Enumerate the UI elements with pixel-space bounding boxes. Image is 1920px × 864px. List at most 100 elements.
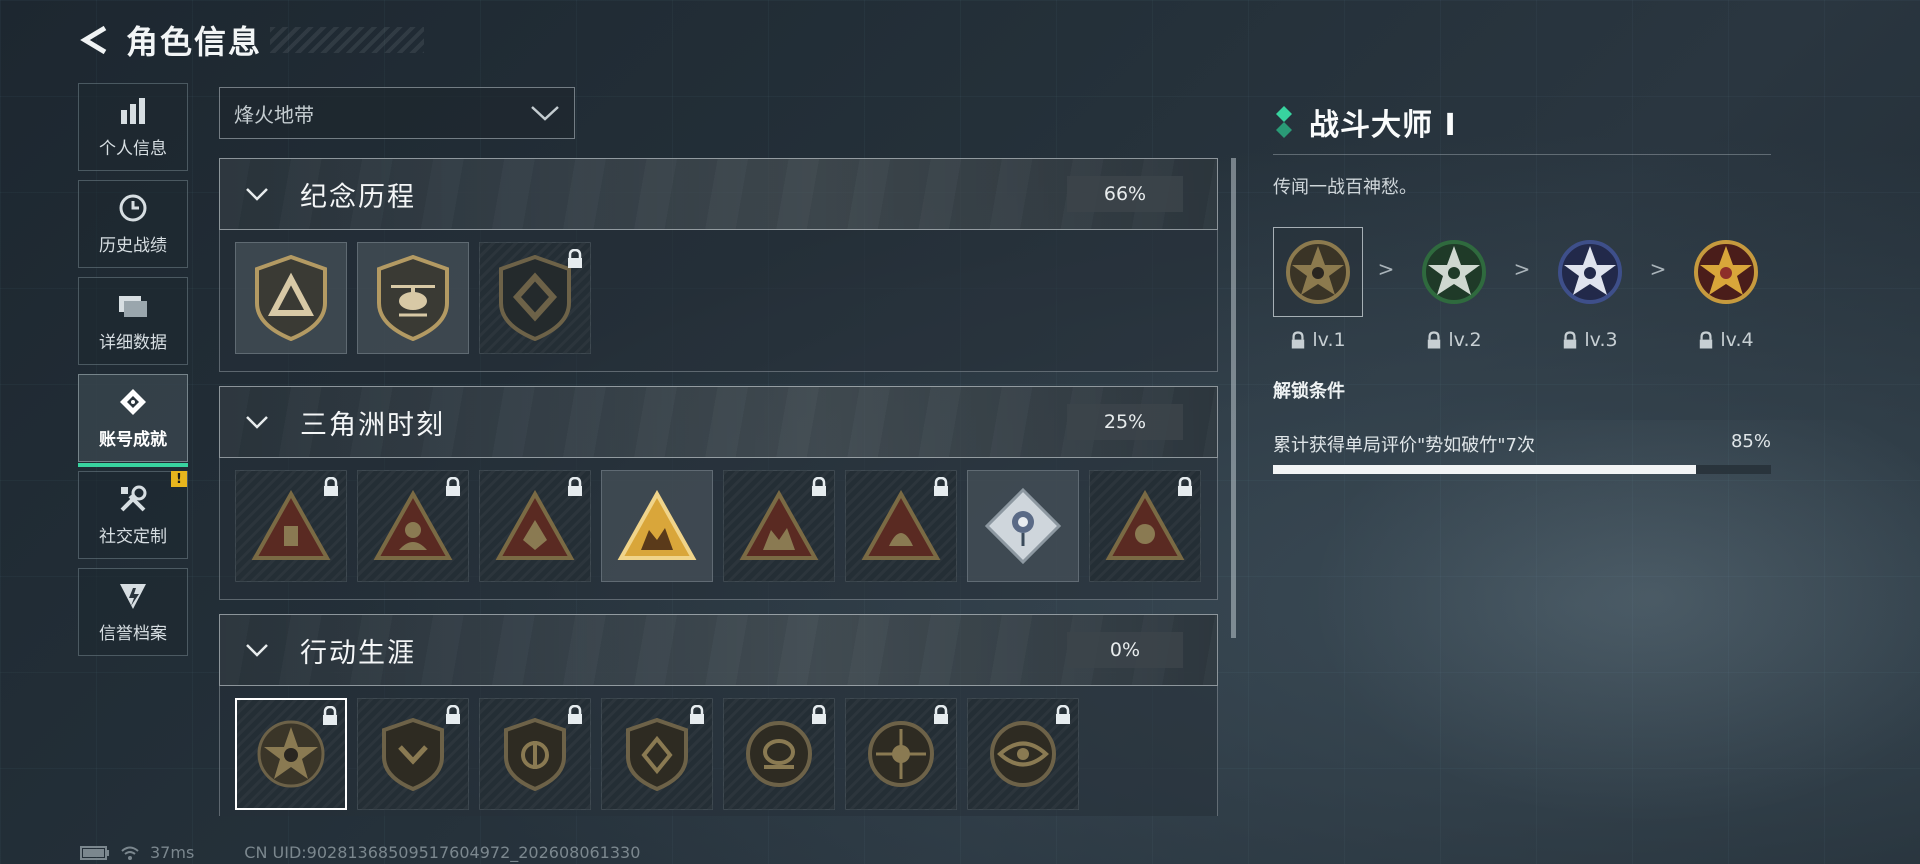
shield-badge-icon xyxy=(504,717,566,791)
level-text: lv.3 xyxy=(1584,329,1618,351)
level-badge[interactable] xyxy=(1409,227,1499,317)
sidebar-item-social-custom[interactable]: ! 社交定制 xyxy=(78,471,188,559)
lock-icon xyxy=(568,249,582,268)
title-decoration xyxy=(270,27,424,53)
lock-icon xyxy=(1700,330,1713,348)
level-label: lv.3 xyxy=(1562,329,1618,351)
category-list-scrollbar[interactable] xyxy=(1231,158,1236,638)
bar-chart-icon xyxy=(118,96,148,126)
achievement-badge[interactable] xyxy=(479,470,591,582)
reputation-icon xyxy=(118,581,148,611)
category-header[interactable]: 三角洲时刻 25% xyxy=(219,386,1218,458)
star-skull-level-1-icon xyxy=(1286,240,1350,304)
rose-diamond-badge-icon xyxy=(984,487,1062,565)
achievement-badge[interactable] xyxy=(479,242,591,354)
achievement-badge[interactable] xyxy=(601,470,713,582)
sidebar-item-detailed-data[interactable]: 详细数据 xyxy=(78,277,188,365)
triangle-badge-icon xyxy=(373,490,453,560)
sidebar: 个人信息 历史战绩 详细数据 账号成就 ! 社交定制 信誉档案 xyxy=(78,83,188,665)
level-separator: > xyxy=(1377,257,1395,281)
achievement-badge[interactable] xyxy=(1089,470,1201,582)
achievement-badge[interactable] xyxy=(845,698,957,810)
sidebar-item-personal-info[interactable]: 个人信息 xyxy=(78,83,188,171)
unlock-progress-bar xyxy=(1273,465,1771,474)
clock-icon xyxy=(118,193,148,223)
detail-header: 战斗大师 Ⅰ xyxy=(1273,100,1771,144)
helicopter-shield-badge-icon xyxy=(377,255,449,341)
unlock-condition-title: 解锁条件 xyxy=(1273,381,1345,402)
sidebar-item-achievements[interactable]: 账号成就 xyxy=(78,374,188,467)
achievement-badge[interactable] xyxy=(235,242,347,354)
achievement-levels: lv.1 > lv.2 > lv.3 > lv.4 xyxy=(1273,227,1771,353)
chevron-down-icon xyxy=(244,409,270,435)
page-title: 角色信息 xyxy=(126,23,263,61)
achievement-description: 传闻一战百神愁。 xyxy=(1273,177,1417,198)
category-badges xyxy=(219,458,1218,600)
category-title: 三角洲时刻 xyxy=(300,409,445,441)
category-delta-moments: 三角洲时刻 25% xyxy=(219,386,1218,600)
level-item[interactable]: lv.3 xyxy=(1545,227,1635,351)
level-badge-current[interactable] xyxy=(1273,227,1363,317)
achievement-title: 战斗大师 Ⅰ xyxy=(1309,108,1457,143)
achievement-badge[interactable] xyxy=(723,698,835,810)
category-memorial: 纪念历程 66% xyxy=(219,158,1218,372)
sidebar-item-label: 历史战绩 xyxy=(99,235,167,256)
sidebar-item-reputation[interactable]: 信誉档案 xyxy=(78,568,188,656)
sidebar-item-history[interactable]: 历史战绩 xyxy=(78,180,188,268)
lock-icon xyxy=(812,477,826,496)
level-text: lv.1 xyxy=(1312,329,1346,351)
level-item[interactable]: lv.4 xyxy=(1681,227,1771,351)
achievement-badge[interactable] xyxy=(357,242,469,354)
lock-icon xyxy=(812,705,826,724)
category-title: 行动生涯 xyxy=(300,637,416,669)
triangle-badge-icon xyxy=(739,490,819,560)
lock-icon xyxy=(568,477,582,496)
achievement-badge[interactable] xyxy=(967,698,1079,810)
sidebar-item-label: 个人信息 xyxy=(99,138,167,159)
status-footer: 37ms CN UID:90281368509517604972_2026080… xyxy=(80,843,640,862)
achievement-badge-selected[interactable] xyxy=(235,698,347,810)
chevron-down-icon xyxy=(244,181,270,207)
achievement-badge[interactable] xyxy=(845,470,957,582)
triangle-badge-icon xyxy=(861,490,941,560)
wifi-icon xyxy=(121,846,139,860)
back-button[interactable] xyxy=(78,23,112,57)
category-header[interactable]: 纪念历程 66% xyxy=(219,158,1218,230)
level-label: lv.1 xyxy=(1290,329,1346,351)
achievement-badge[interactable] xyxy=(357,698,469,810)
category-header[interactable]: 行动生涯 0% xyxy=(219,614,1218,686)
level-separator: > xyxy=(1513,257,1531,281)
sidebar-item-label: 信誉档案 xyxy=(99,623,167,644)
lock-icon xyxy=(690,705,704,724)
battery-icon xyxy=(80,845,109,860)
achievement-detail-panel: 战斗大师 Ⅰ 传闻一战百神愁。 lv.1 > lv.2 > lv.3 > lv.… xyxy=(1273,100,1771,474)
category-badges xyxy=(219,230,1218,372)
shield-badge-icon xyxy=(626,717,688,791)
wrench-icon xyxy=(118,484,148,514)
achievement-badge[interactable] xyxy=(601,698,713,810)
level-item[interactable]: lv.1 xyxy=(1273,227,1363,351)
category-operation-career: 行动生涯 0% xyxy=(219,614,1218,816)
level-label: lv.4 xyxy=(1698,329,1754,351)
achievement-badge[interactable] xyxy=(967,470,1079,582)
chevron-down-icon xyxy=(531,106,559,121)
triangle-badge-icon xyxy=(251,490,331,560)
lock-icon xyxy=(446,705,460,724)
level-item[interactable]: lv.2 xyxy=(1409,227,1499,351)
achievement-badge[interactable] xyxy=(723,470,835,582)
achievement-category-list: 纪念历程 66% 三角洲时刻 25% 行动生涯 0% xyxy=(219,158,1218,818)
star-skull-badge-icon xyxy=(257,720,325,788)
triangle-badge-icon xyxy=(1105,490,1185,560)
level-badge[interactable] xyxy=(1681,227,1771,317)
level-text: lv.4 xyxy=(1720,329,1754,351)
diamond-shield-badge-icon xyxy=(499,255,571,341)
achievement-badge[interactable] xyxy=(357,470,469,582)
lock-icon xyxy=(934,477,948,496)
achievement-badge[interactable] xyxy=(479,698,591,810)
category-progress: 0% xyxy=(1067,632,1183,668)
achievement-badge[interactable] xyxy=(235,470,347,582)
level-badge[interactable] xyxy=(1545,227,1635,317)
lock-icon xyxy=(324,477,338,496)
mode-dropdown[interactable]: 烽火地带 xyxy=(219,87,575,139)
achievement-icon xyxy=(118,387,148,417)
